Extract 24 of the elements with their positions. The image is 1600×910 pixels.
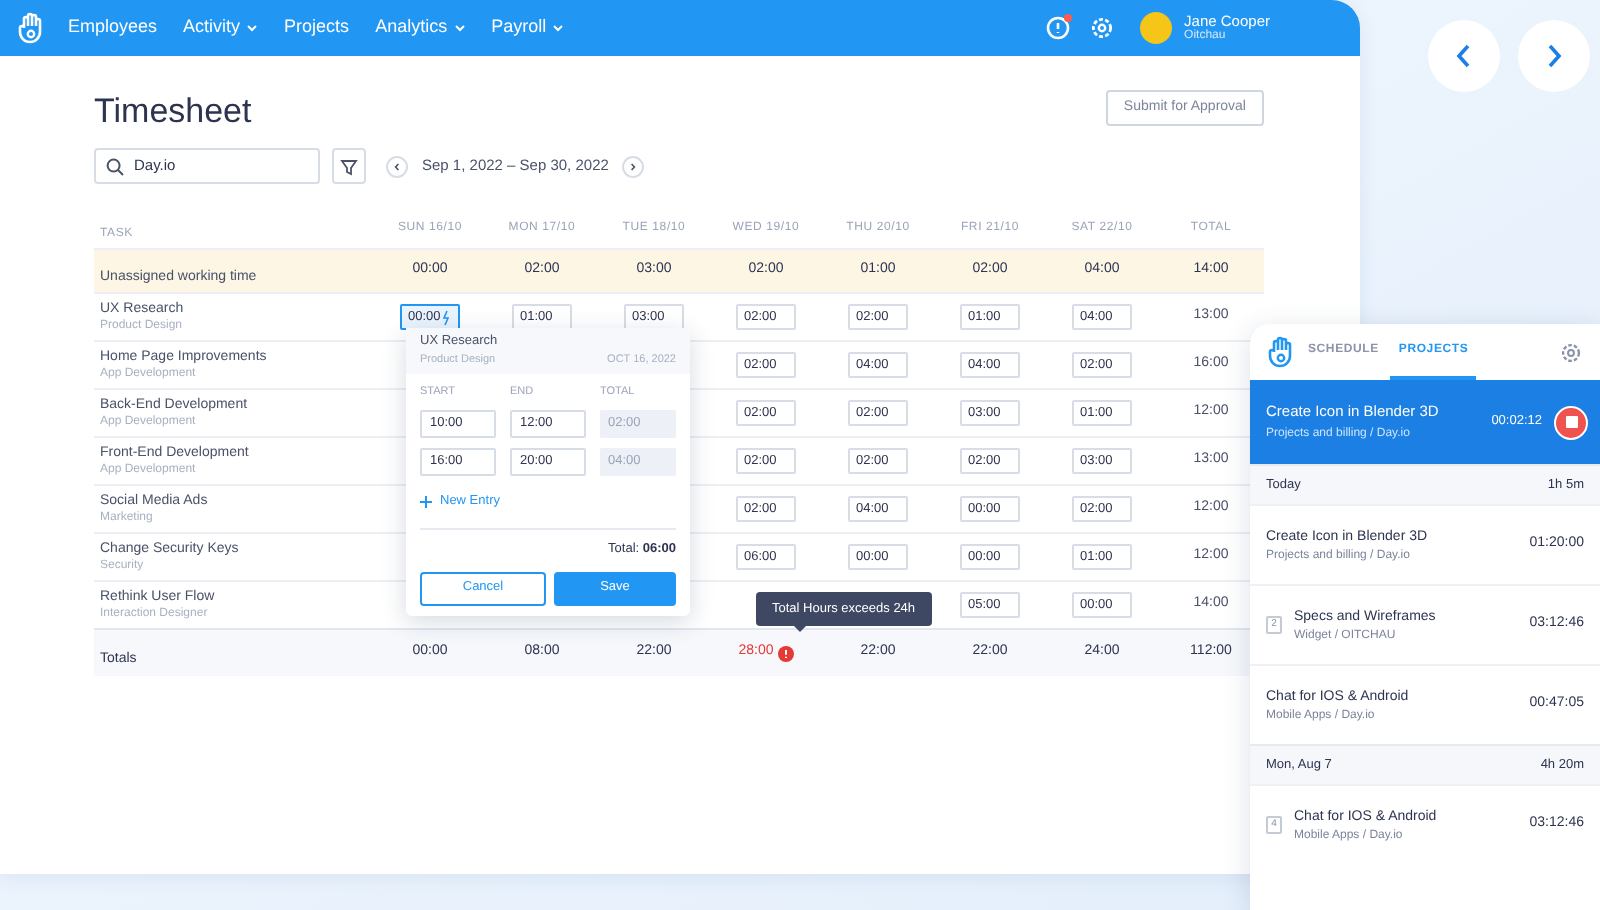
- next-range-button[interactable]: [622, 155, 645, 177]
- hand-logo-icon: [1268, 336, 1296, 368]
- avatar[interactable]: [1140, 12, 1173, 44]
- chevron-left-icon: [392, 161, 402, 171]
- chevron-right-icon: [628, 161, 639, 171]
- stop-icon: [1565, 416, 1577, 428]
- caret-icon: [246, 24, 259, 32]
- search-icon: [106, 157, 124, 175]
- previous-button[interactable]: [1428, 20, 1500, 92]
- hand-logo-icon: [18, 12, 46, 44]
- settings-icon[interactable]: [1560, 341, 1582, 363]
- caret-icon: [552, 24, 565, 32]
- page-title: Timesheet: [94, 94, 252, 128]
- stop-button[interactable]: [1554, 405, 1588, 439]
- filter-button[interactable]: [332, 148, 366, 184]
- tooltip-pointer-icon: [794, 626, 806, 632]
- filter-icon: [340, 157, 358, 175]
- plus-icon: [420, 496, 432, 509]
- next-button[interactable]: [1518, 20, 1590, 92]
- caret-icon: [453, 24, 466, 32]
- chevron-left-icon: [1456, 44, 1472, 68]
- chevron-right-icon: [1546, 44, 1562, 68]
- previous-range-button[interactable]: [386, 155, 408, 177]
- warning-icon: [777, 645, 794, 661]
